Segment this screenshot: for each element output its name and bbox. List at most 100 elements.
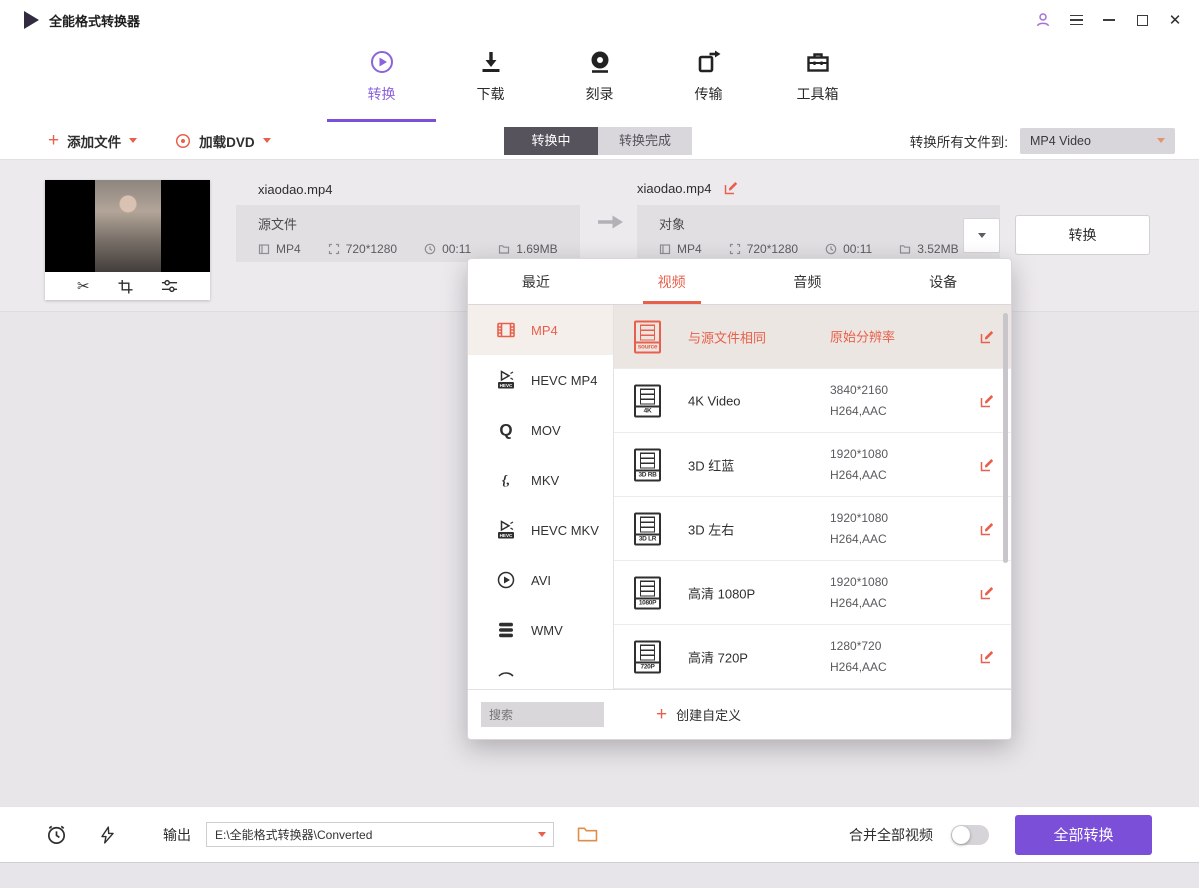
- maximize-button[interactable]: [1134, 12, 1150, 28]
- panel-tab-device[interactable]: 设备: [875, 259, 1011, 304]
- account-icon[interactable]: [1035, 12, 1051, 28]
- convert-arrow-icon: [596, 212, 626, 232]
- preset-file-icon: 4K: [634, 384, 661, 417]
- chevron-down-icon: [263, 138, 271, 143]
- output-path-select[interactable]: [206, 822, 554, 847]
- source-duration: 00:11: [442, 242, 471, 256]
- trim-icon[interactable]: ✂: [77, 279, 90, 294]
- rename-edit-icon[interactable]: [723, 180, 739, 196]
- panel-tab-recent[interactable]: 最近: [468, 259, 604, 304]
- open-folder-icon[interactable]: [577, 826, 598, 843]
- target-file-name: xiaodao.mp4: [637, 181, 711, 196]
- panel-scrollbar-thumb[interactable]: [1003, 313, 1008, 563]
- format-item-hevc-mp4[interactable]: HEVC HEVC MP4: [468, 355, 613, 405]
- preset-row-3d-rb[interactable]: 3D RB 3D 红蓝 1920*1080H264,AAC: [614, 433, 1011, 497]
- format-list: MP4 HEVC HEVC MP4 Q MOV {, MKV HEVC HEVC…: [468, 305, 614, 691]
- format-item-hevc-mkv[interactable]: HEVC HEVC MKV: [468, 505, 613, 555]
- svg-text:HEVC: HEVC: [500, 383, 513, 388]
- preset-file-icon: 3D RB: [634, 448, 661, 481]
- source-file-name: xiaodao.mp4: [258, 182, 332, 197]
- performance-bolt-icon[interactable]: [98, 824, 117, 846]
- menu-icon[interactable]: [1068, 12, 1084, 28]
- convert-button[interactable]: 转换: [1015, 215, 1150, 255]
- toggle-knob: [952, 826, 970, 844]
- svg-text:HEVC: HEVC: [500, 533, 513, 538]
- preset-row-source[interactable]: source 与源文件相同 原始分辨率: [614, 305, 1011, 369]
- preset-row-720p[interactable]: 720P 高清 720P 1280*720H264,AAC: [614, 625, 1011, 689]
- plus-icon: +: [48, 131, 59, 150]
- chevron-down-icon: [538, 832, 546, 837]
- tab-toolbox[interactable]: 工具箱: [763, 40, 872, 122]
- format-label: MKV: [531, 473, 559, 488]
- preset-resolution: 3840*2160: [830, 380, 888, 401]
- close-button[interactable]: ✕: [1167, 12, 1183, 28]
- app-logo-icon: [24, 11, 39, 29]
- schedule-clock-icon[interactable]: [45, 823, 68, 846]
- preset-row-3d-lr[interactable]: 3D LR 3D 左右 1920*1080H264,AAC: [614, 497, 1011, 561]
- source-format: MP4: [276, 242, 301, 256]
- tab-convert[interactable]: 转换: [327, 40, 436, 122]
- format-item-mp4[interactable]: MP4: [468, 305, 613, 355]
- format-item-wmv[interactable]: WMV: [468, 605, 613, 655]
- edit-preset-icon[interactable]: [979, 521, 995, 537]
- chevron-down-icon: [129, 138, 137, 143]
- preset-name: 高清 1080P: [688, 583, 755, 602]
- convert-all-to-label: 转换所有文件到:: [910, 131, 1008, 151]
- preset-resolution: 原始分辨率: [830, 329, 895, 344]
- preset-name: 3D 红蓝: [688, 455, 734, 474]
- minimize-button[interactable]: [1101, 12, 1117, 28]
- format-item-avi[interactable]: AVI: [468, 555, 613, 605]
- target-format-dropdown-button[interactable]: [963, 218, 1000, 253]
- add-files-button[interactable]: + 添加文件: [48, 131, 137, 151]
- tab-transfer[interactable]: 传输: [654, 40, 763, 122]
- search-input[interactable]: [481, 702, 604, 727]
- preset-codec: H264,AAC: [830, 465, 888, 486]
- format-item-mkv[interactable]: {, MKV: [468, 455, 613, 505]
- source-resolution: 720*1280: [346, 242, 397, 256]
- edit-preset-icon[interactable]: [979, 649, 995, 665]
- edit-preset-icon[interactable]: [979, 329, 995, 345]
- format-label: AVI: [531, 573, 551, 588]
- dvd-icon: [175, 133, 191, 149]
- format-item-partial[interactable]: [468, 655, 613, 691]
- footer-bar: 输出 合并全部视频 全部转换: [0, 806, 1199, 862]
- tab-burn-label: 刻录: [586, 84, 614, 104]
- window-bottom-strip: [0, 862, 1199, 888]
- tab-converted[interactable]: 转换完成: [598, 127, 692, 155]
- tab-converting[interactable]: 转换中: [504, 127, 598, 155]
- toolbar: + 添加文件 加载DVD 转换中 转换完成 转换所有文件到: MP4 Video: [0, 122, 1199, 160]
- preset-resolution: 1280*720: [830, 636, 887, 657]
- output-path-input[interactable]: [206, 822, 554, 847]
- status-segmented-control: 转换中 转换完成: [504, 127, 692, 155]
- preset-row-4k[interactable]: 4K 4K Video 3840*2160H264,AAC: [614, 369, 1011, 433]
- tab-burn[interactable]: 刻录: [545, 40, 654, 122]
- crop-icon[interactable]: [118, 279, 133, 294]
- add-files-label: 添加文件: [67, 131, 121, 151]
- format-item-mov[interactable]: Q MOV: [468, 405, 613, 455]
- load-dvd-button[interactable]: 加载DVD: [175, 131, 271, 151]
- edit-preset-icon[interactable]: [979, 393, 995, 409]
- tab-download[interactable]: 下载: [436, 40, 545, 122]
- convert-all-button[interactable]: 全部转换: [1015, 815, 1152, 855]
- convert-icon: [369, 49, 395, 75]
- preset-codec: H264,AAC: [830, 529, 888, 550]
- output-format-dropdown[interactable]: MP4 Video: [1020, 128, 1175, 154]
- source-label: 源文件: [258, 214, 580, 233]
- tab-download-label: 下载: [477, 84, 505, 104]
- target-format: MP4: [677, 242, 702, 256]
- panel-tab-audio[interactable]: 音频: [740, 259, 876, 304]
- transfer-icon: [696, 49, 722, 75]
- edit-preset-icon[interactable]: [979, 457, 995, 473]
- preset-name: 与源文件相同: [688, 327, 766, 346]
- source-size: 1.69MB: [516, 242, 557, 256]
- merge-toggle[interactable]: [951, 825, 989, 845]
- duration-icon: [825, 243, 837, 255]
- format-label: WMV: [531, 623, 563, 638]
- create-custom-button[interactable]: + 创建自定义: [656, 705, 741, 724]
- file-list-area: ✂ xiaodao.mp4 源文件 MP4 720*1280 00:11 1.6…: [0, 160, 1199, 806]
- preset-name: 高清 720P: [688, 647, 748, 666]
- preset-row-1080p[interactable]: 1080P 高清 1080P 1920*1080H264,AAC: [614, 561, 1011, 625]
- effects-sliders-icon[interactable]: [161, 279, 178, 293]
- panel-tab-video[interactable]: 视频: [604, 259, 740, 304]
- edit-preset-icon[interactable]: [979, 585, 995, 601]
